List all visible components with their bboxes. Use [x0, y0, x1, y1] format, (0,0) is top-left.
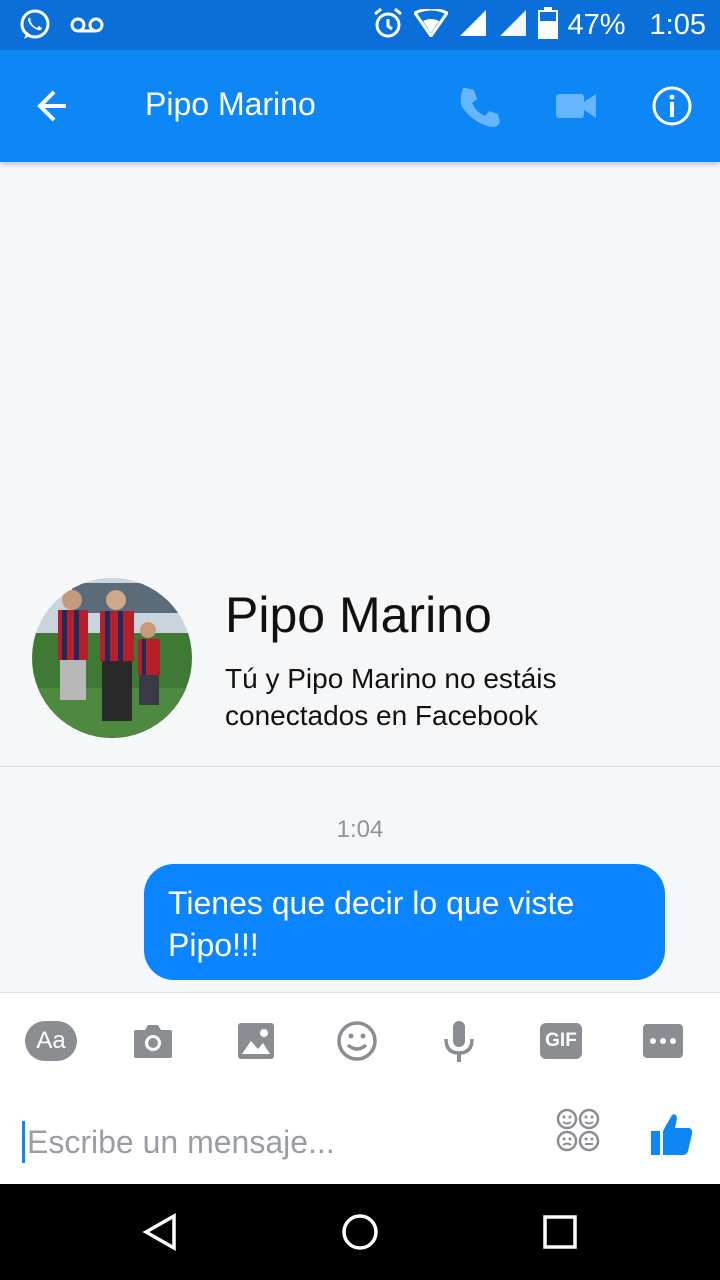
clock: 1:05	[649, 8, 706, 41]
whatsapp-icon	[18, 8, 52, 47]
nav-back-button[interactable]	[140, 1212, 180, 1252]
thumbs-up-icon	[651, 1114, 693, 1155]
circle-home-icon	[342, 1214, 378, 1250]
emoji-icon	[337, 1021, 377, 1061]
gif-button[interactable]: GIF	[538, 1017, 584, 1065]
profile-name: Pipo Marino	[225, 587, 492, 643]
voice-message-button[interactable]	[436, 1017, 482, 1065]
avatar[interactable]	[32, 578, 192, 738]
more-options-button[interactable]	[640, 1017, 686, 1065]
outgoing-message-bubble[interactable]: Tienes que decir lo que viste Pipo!!!	[144, 864, 665, 980]
like-button[interactable]	[650, 1111, 694, 1157]
camera-button[interactable]	[130, 1017, 176, 1065]
video-camera-icon	[556, 94, 596, 118]
wifi-icon	[412, 7, 449, 42]
stickers-icon	[556, 1108, 600, 1152]
divider	[0, 766, 720, 767]
square-recents-icon	[543, 1215, 577, 1249]
voice-call-button[interactable]	[456, 84, 502, 130]
camera-icon	[134, 1025, 172, 1058]
signal-icon	[458, 8, 488, 43]
triangle-back-icon	[142, 1212, 176, 1252]
nav-recents-button[interactable]	[542, 1214, 578, 1250]
aa-icon: Aa	[36, 1027, 66, 1054]
microphone-icon	[444, 1021, 474, 1062]
emoji-button[interactable]	[334, 1017, 380, 1065]
system-navigation-bar	[0, 1184, 720, 1280]
info-icon	[652, 86, 692, 126]
status-bar: 47% 1:05	[0, 0, 720, 50]
stickers-button[interactable]	[555, 1107, 601, 1153]
gif-label: GIF	[545, 1030, 577, 1051]
app-bar: Pipo Marino	[0, 50, 720, 162]
more-icon	[643, 1024, 683, 1058]
gallery-button[interactable]	[233, 1017, 279, 1065]
voicemail-icon	[70, 15, 104, 40]
message-composer: Aa GIF	[0, 992, 720, 1185]
image-icon	[238, 1023, 274, 1059]
phone-icon	[460, 88, 500, 127]
nav-home-button[interactable]	[340, 1212, 380, 1252]
signal-icon	[498, 8, 528, 43]
back-button[interactable]	[32, 84, 80, 128]
battery-icon	[537, 6, 558, 44]
arrow-left-icon	[37, 90, 66, 122]
conversation-title[interactable]: Pipo Marino	[145, 86, 316, 123]
message-timestamp: 1:04	[336, 816, 384, 843]
battery-percent: 47%	[567, 8, 626, 41]
conversation-info-button[interactable]	[650, 84, 694, 128]
profile-connection-note: Tú y Pipo Marino no estáis conectados en…	[225, 663, 557, 731]
message-input[interactable]	[22, 1121, 529, 1163]
text-format-button[interactable]: Aa	[25, 1021, 77, 1061]
alarm-icon	[372, 7, 404, 44]
video-call-button[interactable]	[554, 86, 600, 126]
